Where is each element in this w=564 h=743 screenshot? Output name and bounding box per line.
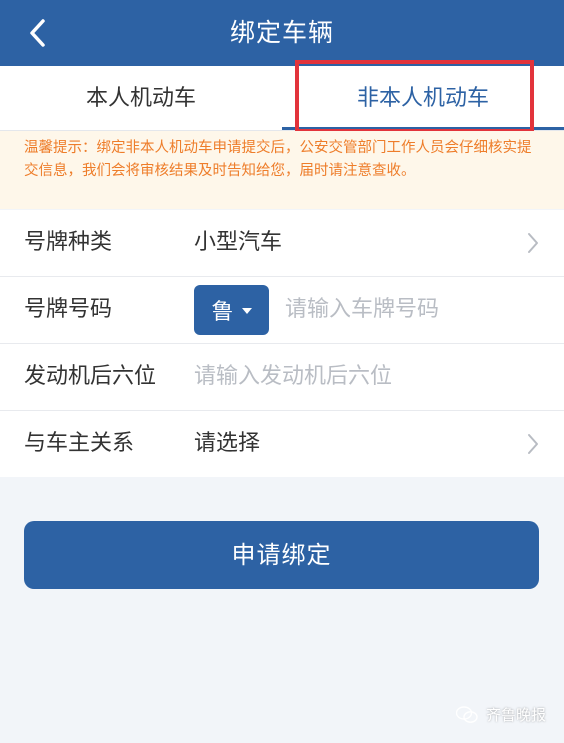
- engine-label: 发动机后六位: [24, 364, 157, 389]
- bind-vehicle-form: 号牌种类 小型汽车 号牌号码 鲁 请输入车牌号码 发动机后六位 请输入发动机后六…: [0, 210, 564, 477]
- wechat-icon: [455, 705, 478, 723]
- plate-type-row[interactable]: 号牌种类 小型汽车: [0, 210, 564, 277]
- active-tab-indicator: [282, 127, 564, 130]
- chevron-right-icon: [528, 233, 538, 253]
- engine-input[interactable]: 请输入发动机后六位: [194, 344, 392, 410]
- owner-relation-label: 与车主关系: [24, 431, 135, 456]
- plate-type-label: 号牌种类: [24, 230, 113, 255]
- chevron-right-icon: [528, 434, 538, 454]
- watermark-text: 齐鲁晚报: [485, 706, 546, 724]
- province-value: 鲁: [211, 300, 234, 325]
- tab-bar: 本人机动车 非本人机动车: [0, 66, 564, 131]
- owner-relation-value: 请选择: [194, 431, 261, 456]
- tab-own-vehicle[interactable]: 本人机动车: [0, 66, 282, 130]
- notice-banner: 温馨提示：绑定非本人机动车申请提交后，公安交管部门工作人员会仔细核实提交信息，我…: [0, 131, 564, 209]
- apply-bind-button[interactable]: 申请绑定: [24, 521, 539, 589]
- engine-row: 发动机后六位 请输入发动机后六位: [0, 344, 564, 411]
- plate-number-row: 号牌号码 鲁 请输入车牌号码: [0, 277, 564, 344]
- province-select[interactable]: 鲁: [194, 285, 269, 335]
- tab-other-vehicle[interactable]: 非本人机动车: [282, 66, 564, 130]
- owner-relation-row[interactable]: 与车主关系 请选择: [0, 411, 564, 477]
- top-bar: 绑定车辆: [0, 0, 564, 66]
- page-title: 绑定车辆: [229, 18, 334, 47]
- watermark: 齐鲁晚报: [455, 704, 546, 725]
- plate-number-label: 号牌号码: [24, 297, 113, 322]
- plate-number-input[interactable]: 请输入车牌号码: [285, 277, 439, 343]
- plate-type-value: 小型汽车: [194, 230, 283, 255]
- caret-down-icon: [241, 308, 252, 314]
